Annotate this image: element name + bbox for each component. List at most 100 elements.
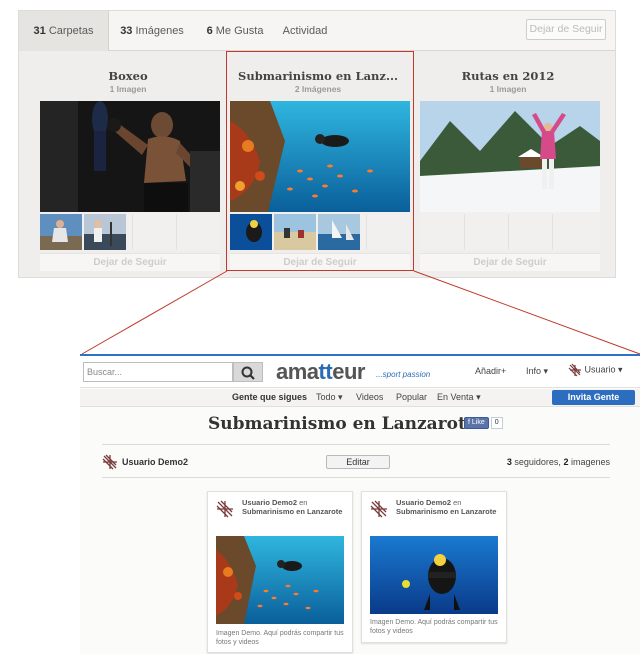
board-card-boxeo[interactable]: Boxeo 1 Imagen Dejar de Seguir bbox=[38, 57, 220, 273]
owner-avatar-icon bbox=[102, 454, 117, 470]
tab-label: Imágenes bbox=[135, 25, 184, 37]
like-button[interactable]: f Like bbox=[464, 417, 489, 429]
board-card-rutas[interactable]: Rutas en 2012 1 Imagen Dejar de Seguir bbox=[418, 57, 600, 273]
subnav-label: Todo bbox=[316, 392, 336, 402]
screenshot-composite: 31 Carpetas 33 Imágenes 6 Me Gusta Activ… bbox=[0, 0, 643, 658]
board-title: Submarinismo en Lanzarote bbox=[208, 414, 477, 434]
pin-header: Usuario Demo2 en Submarinismo en Lanzarot… bbox=[242, 498, 347, 516]
board-thumbnail-empty bbox=[176, 214, 218, 250]
nav-label: Info bbox=[526, 366, 542, 376]
logo-text: ama bbox=[276, 359, 319, 384]
facebook-icon: f bbox=[468, 419, 470, 426]
board-thumbnail-empty bbox=[420, 214, 462, 250]
images-count: 2 bbox=[563, 457, 569, 467]
board-image-count: 1 Imagen bbox=[109, 84, 147, 94]
board-thumbnails bbox=[40, 212, 220, 250]
boxing-photo bbox=[40, 101, 220, 212]
nav-user-menu[interactable]: Usuario ▾ bbox=[568, 363, 623, 377]
pin-user-avatar-icon bbox=[370, 500, 387, 518]
board-thumbnail[interactable] bbox=[40, 214, 82, 250]
like-count: 0 bbox=[490, 417, 503, 429]
pin-card[interactable]: Usuario Demo2 en Submarinismo en Lanzarot… bbox=[361, 491, 507, 643]
board-detail-page: Buscar... amatteur ...sport passion Añad… bbox=[80, 354, 640, 654]
diver-photo bbox=[370, 536, 498, 614]
subnav-videos[interactable]: Videos bbox=[356, 392, 383, 402]
caret-down-icon: ▾ bbox=[543, 366, 549, 376]
sub-navigation: Gente que sigues Todo ▾ Videos Popular E… bbox=[80, 389, 640, 407]
pin-board-name[interactable]: Submarinismo en Lanzarote bbox=[396, 507, 496, 516]
pin-user-name[interactable]: Usuario Demo2 bbox=[242, 498, 297, 507]
tab-label: Carpetas bbox=[48, 25, 94, 37]
user-avatar-icon bbox=[568, 363, 581, 377]
nav-label: Añadir+ bbox=[475, 366, 507, 376]
subnav-popular[interactable]: Popular bbox=[396, 392, 427, 402]
invite-people-button[interactable]: Invita Gente bbox=[552, 390, 635, 405]
pin-image[interactable] bbox=[216, 536, 344, 624]
tab-actividad[interactable]: Actividad bbox=[275, 11, 335, 51]
site-logo[interactable]: amatteur bbox=[276, 359, 365, 385]
divider bbox=[102, 477, 610, 478]
board-thumbnail[interactable] bbox=[84, 214, 126, 250]
tab-label: Me Gusta bbox=[215, 25, 264, 37]
followers-count: 3 bbox=[506, 457, 512, 467]
board-highlight-frame bbox=[226, 51, 414, 271]
search-button[interactable] bbox=[233, 362, 263, 382]
tab-count: 31 bbox=[33, 25, 46, 37]
subnav-label: En Venta bbox=[437, 392, 474, 402]
board-thumbnail-empty bbox=[552, 214, 594, 250]
search-input[interactable]: Buscar... bbox=[83, 362, 233, 382]
board-stats: 3 seguidores, 2 imagenes bbox=[507, 457, 610, 467]
tab-count: 33 bbox=[120, 25, 133, 37]
pin-caption: Imagen Demo. Aquí podrás compartir tus f… bbox=[216, 630, 344, 646]
pin-user-name[interactable]: Usuario Demo2 bbox=[396, 498, 451, 507]
nav-info-menu[interactable]: Info ▾ bbox=[526, 366, 548, 377]
followers-label: seguidores, bbox=[514, 457, 561, 467]
logo-tagline: ...sport passion bbox=[376, 370, 431, 379]
board-thumbnail-empty bbox=[464, 214, 506, 250]
subnav-all[interactable]: Todo ▾ bbox=[316, 392, 343, 403]
unfollow-user-button[interactable]: Dejar de Seguir bbox=[526, 19, 606, 40]
images-label: imagenes bbox=[570, 457, 610, 467]
board-cover-image[interactable] bbox=[40, 101, 220, 212]
search-icon bbox=[241, 366, 255, 380]
snow-hiking-photo bbox=[420, 101, 600, 212]
pin-header: Usuario Demo2 en Submarinismo en Lanzarot… bbox=[396, 498, 501, 516]
tab-count: 6 bbox=[206, 25, 213, 37]
board-thumbnails bbox=[420, 212, 600, 250]
tab-carpetas[interactable]: 31 Carpetas bbox=[19, 11, 109, 51]
nav-label: Usuario bbox=[584, 364, 616, 375]
facebook-like[interactable]: f Like 0 bbox=[464, 417, 503, 430]
board-title[interactable]: Boxeo bbox=[38, 69, 218, 83]
subnav-following[interactable]: Gente que sigues bbox=[232, 392, 307, 402]
pin-caption: Imagen Demo. Aquí podrás compartir tus f… bbox=[370, 619, 498, 635]
tab-imagenes[interactable]: 33 Imágenes bbox=[109, 11, 195, 51]
board-cover-image[interactable] bbox=[420, 101, 600, 212]
caret-down-icon: ▾ bbox=[338, 392, 343, 402]
pin-connector: en bbox=[453, 498, 462, 507]
board-title[interactable]: Rutas en 2012 bbox=[418, 69, 598, 83]
board-image-count: 1 Imagen bbox=[489, 84, 527, 94]
pin-board-name[interactable]: Submarinismo en Lanzarote bbox=[242, 507, 342, 516]
board-thumbnail-empty bbox=[132, 214, 174, 250]
divider bbox=[102, 444, 610, 445]
logo-text: eur bbox=[332, 359, 365, 384]
tab-me-gusta[interactable]: 6 Me Gusta bbox=[195, 11, 275, 51]
like-label: Like bbox=[471, 419, 485, 426]
board-thumbnail-empty bbox=[508, 214, 550, 250]
unfollow-board-button[interactable]: Dejar de Seguir bbox=[40, 253, 220, 271]
pin-connector: en bbox=[299, 498, 308, 507]
pin-card[interactable]: Usuario Demo2 en Submarinismo en Lanzarot… bbox=[207, 491, 353, 653]
subnav-sale[interactable]: En Venta ▾ bbox=[437, 392, 481, 403]
site-header: Buscar... amatteur ...sport passion Añad… bbox=[80, 356, 640, 388]
diving-photo bbox=[216, 536, 344, 624]
logo-text-accent: tt bbox=[318, 359, 333, 384]
unfollow-board-button[interactable]: Dejar de Seguir bbox=[420, 253, 600, 271]
nav-add-button[interactable]: Añadir+ bbox=[475, 366, 506, 376]
pin-image[interactable] bbox=[370, 536, 498, 614]
caret-down-icon: ▾ bbox=[618, 364, 623, 375]
pin-user-avatar-icon bbox=[216, 500, 233, 518]
profile-tabs: 31 Carpetas 33 Imágenes 6 Me Gusta Activ… bbox=[19, 11, 615, 51]
board-owner-name[interactable]: Usuario Demo2 bbox=[122, 457, 188, 467]
tab-label: Actividad bbox=[282, 25, 328, 37]
edit-board-button[interactable]: Editar bbox=[326, 455, 390, 469]
